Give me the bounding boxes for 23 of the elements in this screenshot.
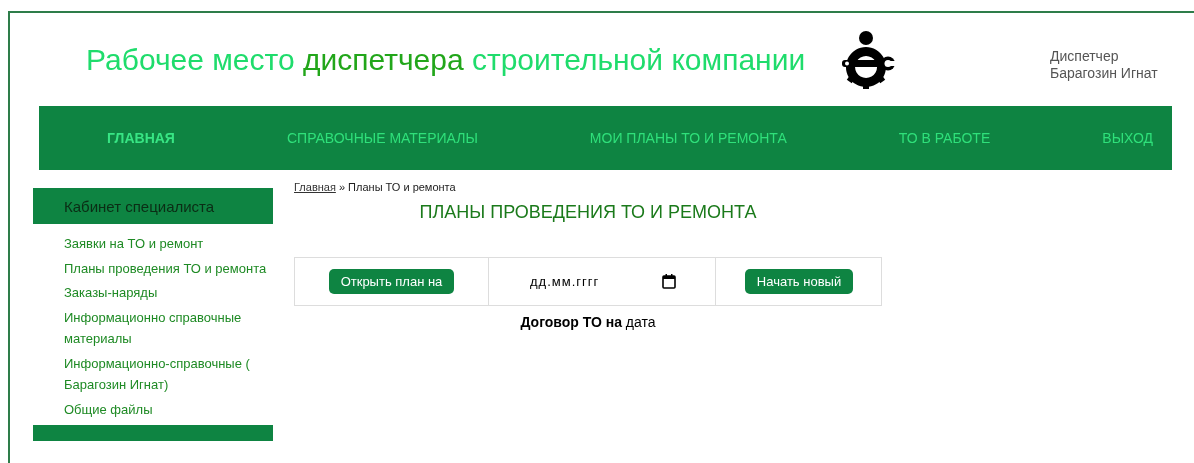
breadcrumb-current: » Планы ТО и ремонта bbox=[338, 181, 456, 193]
contract-text: Договор ТО на дата bbox=[519, 314, 657, 330]
sidebar-link[interactable]: Информационно справочные материалы bbox=[64, 306, 269, 350]
page-title: Рабочее место диспетчера строительной компании bbox=[86, 42, 807, 77]
sidebar-link[interactable]: Заказы-наряды bbox=[64, 282, 269, 304]
sidebar-header: Кабинет специалиста bbox=[33, 188, 273, 224]
new-plan-button[interactable]: Начать новый bbox=[744, 269, 854, 294]
user-role: Диспетчер bbox=[1050, 48, 1120, 65]
sidebar-link[interactable]: Информационно-справочные ( Барагозин Игнат) bbox=[64, 352, 269, 396]
nav-link[interactable]: СПРАВОЧНЫЕ МАТЕРИАЛЫ bbox=[286, 130, 478, 146]
open-plan-button[interactable]: Открыть план на bbox=[328, 269, 455, 294]
user-name: Барагозин Игнат bbox=[1050, 65, 1158, 82]
sidebar-link[interactable]: Общие файлы bbox=[64, 398, 269, 420]
page-heading: ПЛАНЫ ПРОВЕДЕНИЯ ТО И РЕМОНТА bbox=[418, 202, 758, 223]
nav-link[interactable]: ТО В РАБОТЕ bbox=[898, 130, 991, 146]
nav-link[interactable]: ГЛАВНАЯ bbox=[107, 130, 175, 146]
nav-link[interactable]: ВЫХОД bbox=[1102, 130, 1153, 146]
sidebar-link[interactable]: Заявки на ТО и ремонт bbox=[64, 233, 269, 255]
nav-link[interactable]: МОИ ПЛАНЫ ТО И РЕМОНТА bbox=[589, 130, 787, 146]
gear-wrench-icon bbox=[840, 29, 896, 90]
breadcrumb-link[interactable]: Главная bbox=[294, 181, 336, 193]
calendar-icon[interactable] bbox=[662, 274, 676, 289]
sidebar-link[interactable]: Планы проведения ТО и ремонта bbox=[64, 257, 269, 279]
